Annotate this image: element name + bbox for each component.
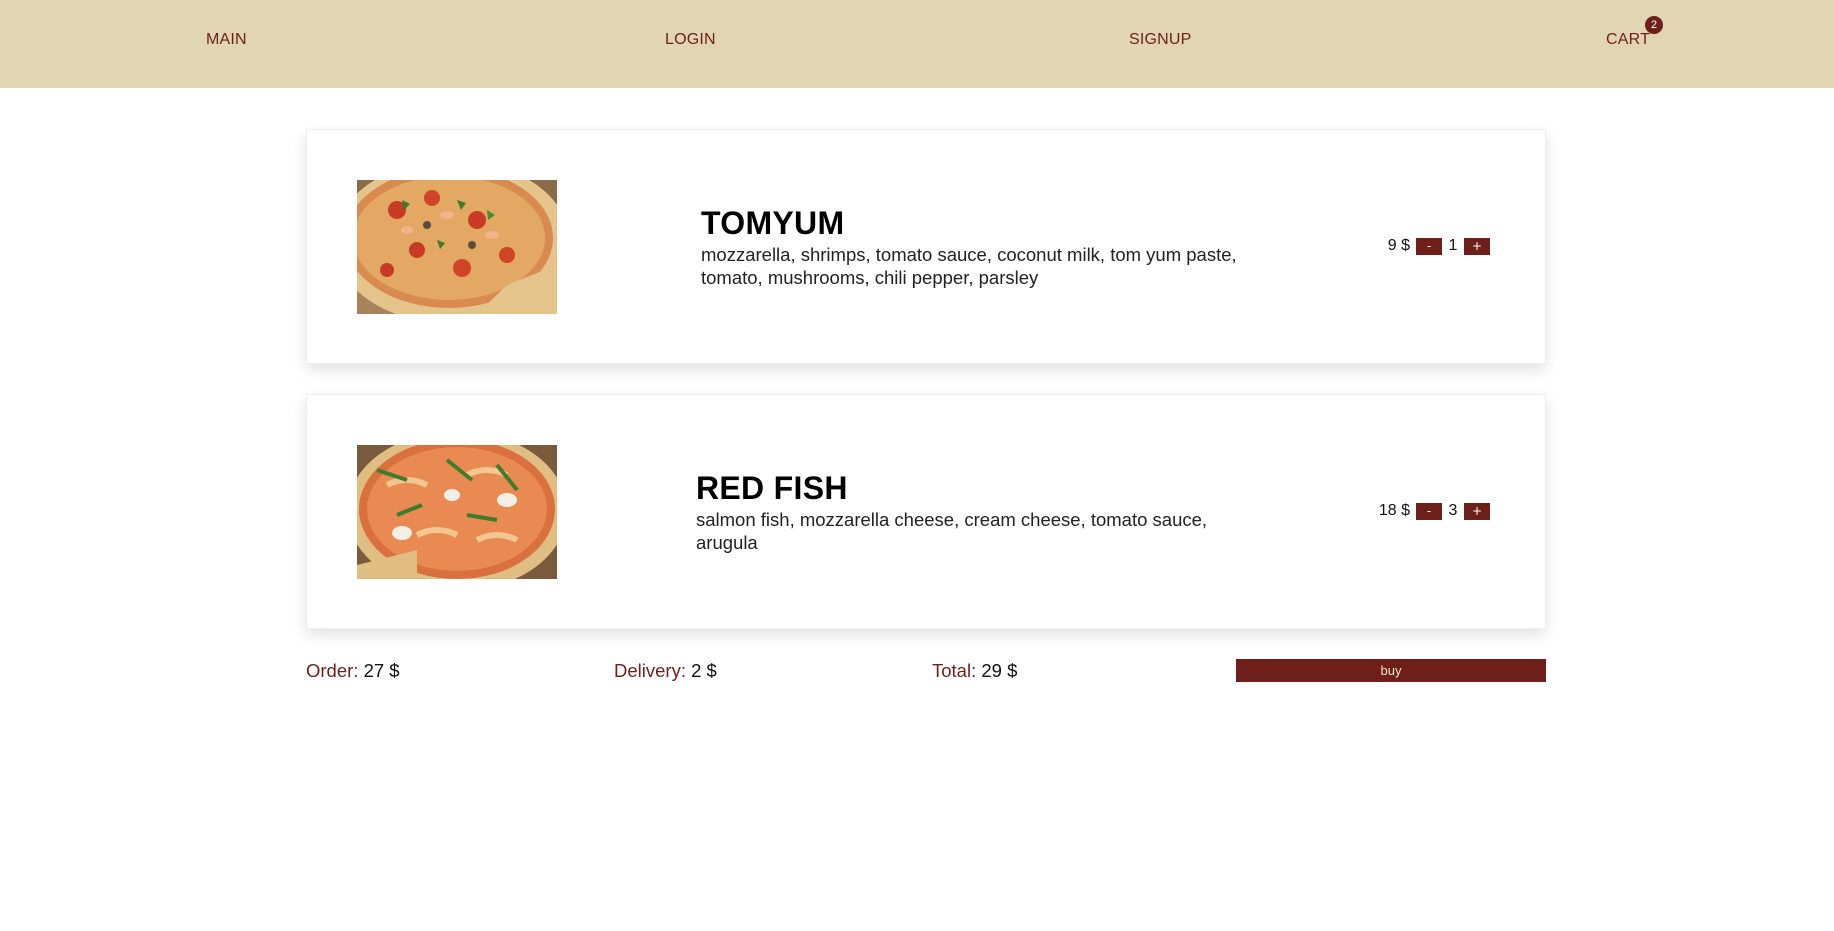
item-price: 9 $ [1387, 237, 1410, 254]
item-price-quantity: 9 $ - 1 + [1388, 237, 1490, 255]
total-label: Total: [932, 660, 977, 681]
delivery-label: Delivery: [614, 660, 686, 681]
delivery-value: 2 $ [691, 660, 717, 681]
item-quantity: 3 [1448, 502, 1458, 519]
pizza-tomyum-image [357, 180, 557, 314]
decrease-quantity-button[interactable]: - [1416, 502, 1442, 520]
item-description: mozzarella, shrimps, tomato sauce, cocon… [701, 244, 1237, 288]
item-name: TOMYUM [701, 205, 845, 241]
delivery-cost: Delivery: 2 $ [614, 660, 717, 682]
nav-main-link[interactable]: MAIN [206, 31, 247, 49]
order-subtotal: Order: 27 $ [306, 660, 400, 682]
pizza-image [357, 445, 557, 579]
cart-count-badge: 2 [1645, 16, 1663, 34]
pizza-image [357, 180, 557, 314]
pizza-red-fish-image [357, 445, 557, 579]
decrease-quantity-button[interactable]: - [1416, 237, 1442, 255]
increase-quantity-button[interactable]: + [1464, 237, 1490, 255]
buy-button[interactable]: buy [1236, 659, 1546, 682]
item-name: RED FISH [696, 470, 848, 506]
cart-item-card: TOMYUM mozzarella, shrimps, tomato sauce… [306, 129, 1546, 364]
nav-signup-link[interactable]: SIGNUP [1129, 31, 1192, 49]
top-navigation: MAIN LOGIN SIGNUP CART 2 [0, 0, 1834, 88]
item-description: salmon fish, mozzarella cheese, cream ch… [696, 509, 1208, 553]
increase-quantity-button[interactable]: + [1464, 502, 1490, 520]
nav-cart-link[interactable]: CART [1606, 31, 1650, 49]
item-quantity: 1 [1448, 237, 1458, 254]
order-total: Total: 29 $ [932, 660, 1017, 682]
total-value: 29 $ [981, 660, 1018, 681]
item-price-quantity: 18 $ - 3 + [1379, 502, 1490, 520]
order-label: Order: [306, 660, 359, 681]
order-value: 27 $ [363, 660, 400, 681]
item-price: 18 $ [1378, 502, 1410, 519]
nav-login-link[interactable]: LOGIN [665, 31, 716, 49]
cart-item-card: RED FISH salmon fish, mozzarella cheese,… [306, 394, 1546, 629]
